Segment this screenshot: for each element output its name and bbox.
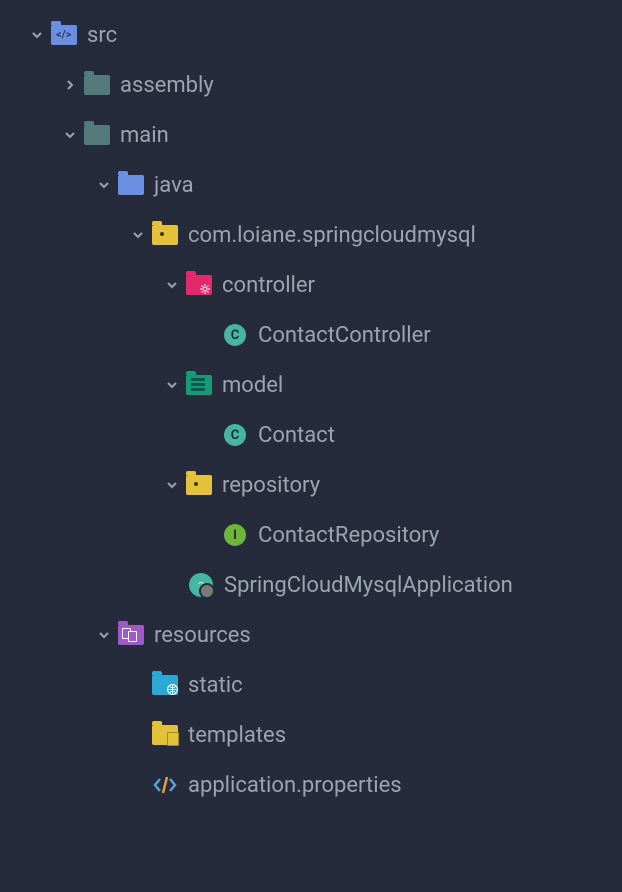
chevron-down-icon — [126, 228, 150, 242]
interface-icon: I — [220, 522, 250, 548]
chevron-down-icon — [160, 478, 184, 492]
chevron-down-icon — [92, 178, 116, 192]
tree-item-static[interactable]: static — [10, 660, 612, 710]
tree-item-model[interactable]: model — [10, 360, 612, 410]
chevron-down-icon — [160, 278, 184, 292]
tree-item-assembly[interactable]: assembly — [10, 60, 612, 110]
package-folder-icon — [184, 472, 214, 498]
web-folder-icon — [150, 672, 180, 698]
templates-folder-icon — [150, 722, 180, 748]
tree-item-label: ContactController — [258, 323, 431, 348]
tree-item-label: assembly — [120, 73, 214, 98]
chevron-down-icon — [160, 378, 184, 392]
tree-item-label: model — [222, 373, 283, 398]
tree-item-controller[interactable]: controller — [10, 260, 612, 310]
tree-item-java[interactable]: java — [10, 160, 612, 210]
chevron-down-icon — [58, 128, 82, 142]
tree-item-label: src — [87, 23, 117, 48]
tree-item-src[interactable]: </> src — [10, 10, 612, 60]
tree-item-label: SpringCloudMysqlApplication — [224, 573, 513, 598]
folder-code-icon: </> — [49, 22, 79, 48]
chevron-right-icon — [58, 78, 82, 92]
tree-item-label: ContactRepository — [258, 523, 439, 548]
chevron-down-icon — [92, 628, 116, 642]
tree-item-contact-repository[interactable]: I ContactRepository — [10, 510, 612, 560]
tree-item-label: templates — [188, 723, 286, 748]
tree-item-label: static — [188, 673, 243, 698]
tree-item-label: resources — [154, 623, 251, 648]
xml-file-icon — [150, 772, 180, 798]
tree-item-resources[interactable]: resources — [10, 610, 612, 660]
spring-boot-icon — [186, 572, 216, 598]
model-folder-icon — [184, 372, 214, 398]
class-icon: C — [220, 422, 250, 448]
chevron-down-icon — [25, 28, 49, 42]
tree-item-label: controller — [222, 273, 315, 298]
tree-item-application[interactable]: SpringCloudMysqlApplication — [10, 560, 612, 610]
tree-item-label: application.properties — [188, 773, 402, 798]
tree-item-label: Contact — [258, 423, 335, 448]
folder-icon — [82, 122, 112, 148]
class-icon: C — [220, 322, 250, 348]
resources-folder-icon — [116, 622, 146, 648]
tree-item-repository[interactable]: repository — [10, 460, 612, 510]
tree-item-contact-controller[interactable]: C ContactController — [10, 310, 612, 360]
tree-item-label: main — [120, 123, 169, 148]
folder-icon — [82, 72, 112, 98]
tree-item-properties[interactable]: application.properties — [10, 760, 612, 810]
tree-item-templates[interactable]: templates — [10, 710, 612, 760]
controller-folder-icon — [184, 272, 214, 298]
folder-icon — [116, 172, 146, 198]
tree-item-label: repository — [222, 473, 320, 498]
tree-item-package[interactable]: com.loiane.springcloudmysql — [10, 210, 612, 260]
tree-item-label: java — [154, 173, 194, 198]
tree-item-contact[interactable]: C Contact — [10, 410, 612, 460]
tree-item-main[interactable]: main — [10, 110, 612, 160]
package-folder-icon — [150, 222, 180, 248]
tree-item-label: com.loiane.springcloudmysql — [188, 223, 476, 248]
